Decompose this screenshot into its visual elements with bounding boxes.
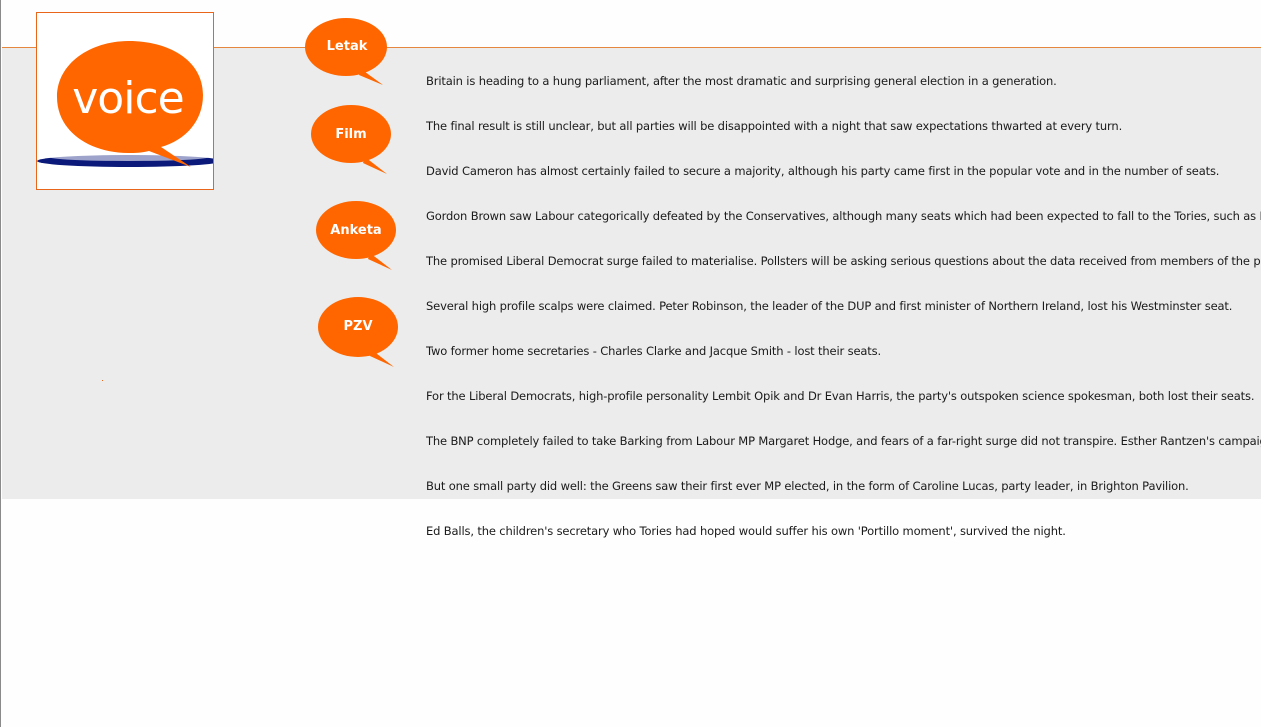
nav-item-anketa[interactable]: Anketa — [316, 201, 396, 271]
news-item: Britain is heading to a hung parliament,… — [426, 74, 1057, 88]
stray-dot — [102, 380, 103, 381]
news-item: Ed Balls, the children's secretary who T… — [426, 524, 1066, 538]
nav-label: Film — [335, 127, 367, 142]
news-item: For the Liberal Democrats, high-profile … — [426, 389, 1255, 403]
voice-logo[interactable]: voice — [36, 12, 214, 190]
news-list: Britain is heading to a hung parliament,… — [426, 74, 1261, 569]
news-item: Several high profile scalps were claimed… — [426, 299, 1233, 313]
voice-logo-graphic: voice — [37, 41, 213, 167]
news-item: David Cameron has almost certainly faile… — [426, 164, 1220, 178]
logo-text: voice — [72, 73, 183, 124]
nav-label: Anketa — [330, 223, 382, 238]
news-item: Two former home secretaries - Charles Cl… — [426, 344, 881, 358]
nav-label: PZV — [343, 319, 373, 334]
page: voice Letak Film Anketa PZV Britain is h… — [0, 0, 1261, 727]
nav-item-pzv[interactable]: PZV — [318, 297, 398, 367]
news-item: The final result is still unclear, but a… — [426, 119, 1123, 133]
nav-item-film[interactable]: Film — [311, 105, 391, 175]
news-item: The promised Liberal Democrat surge fail… — [426, 254, 1261, 268]
news-item: The BNP completely failed to take Barkin… — [426, 434, 1261, 448]
news-item: Gordon Brown saw Labour categorically de… — [426, 209, 1261, 223]
nav-item-letak[interactable]: Letak — [305, 17, 389, 85]
nav-label: Letak — [326, 39, 368, 54]
news-item: But one small party did well: the Greens… — [426, 479, 1189, 493]
page-left-border — [0, 0, 1, 727]
